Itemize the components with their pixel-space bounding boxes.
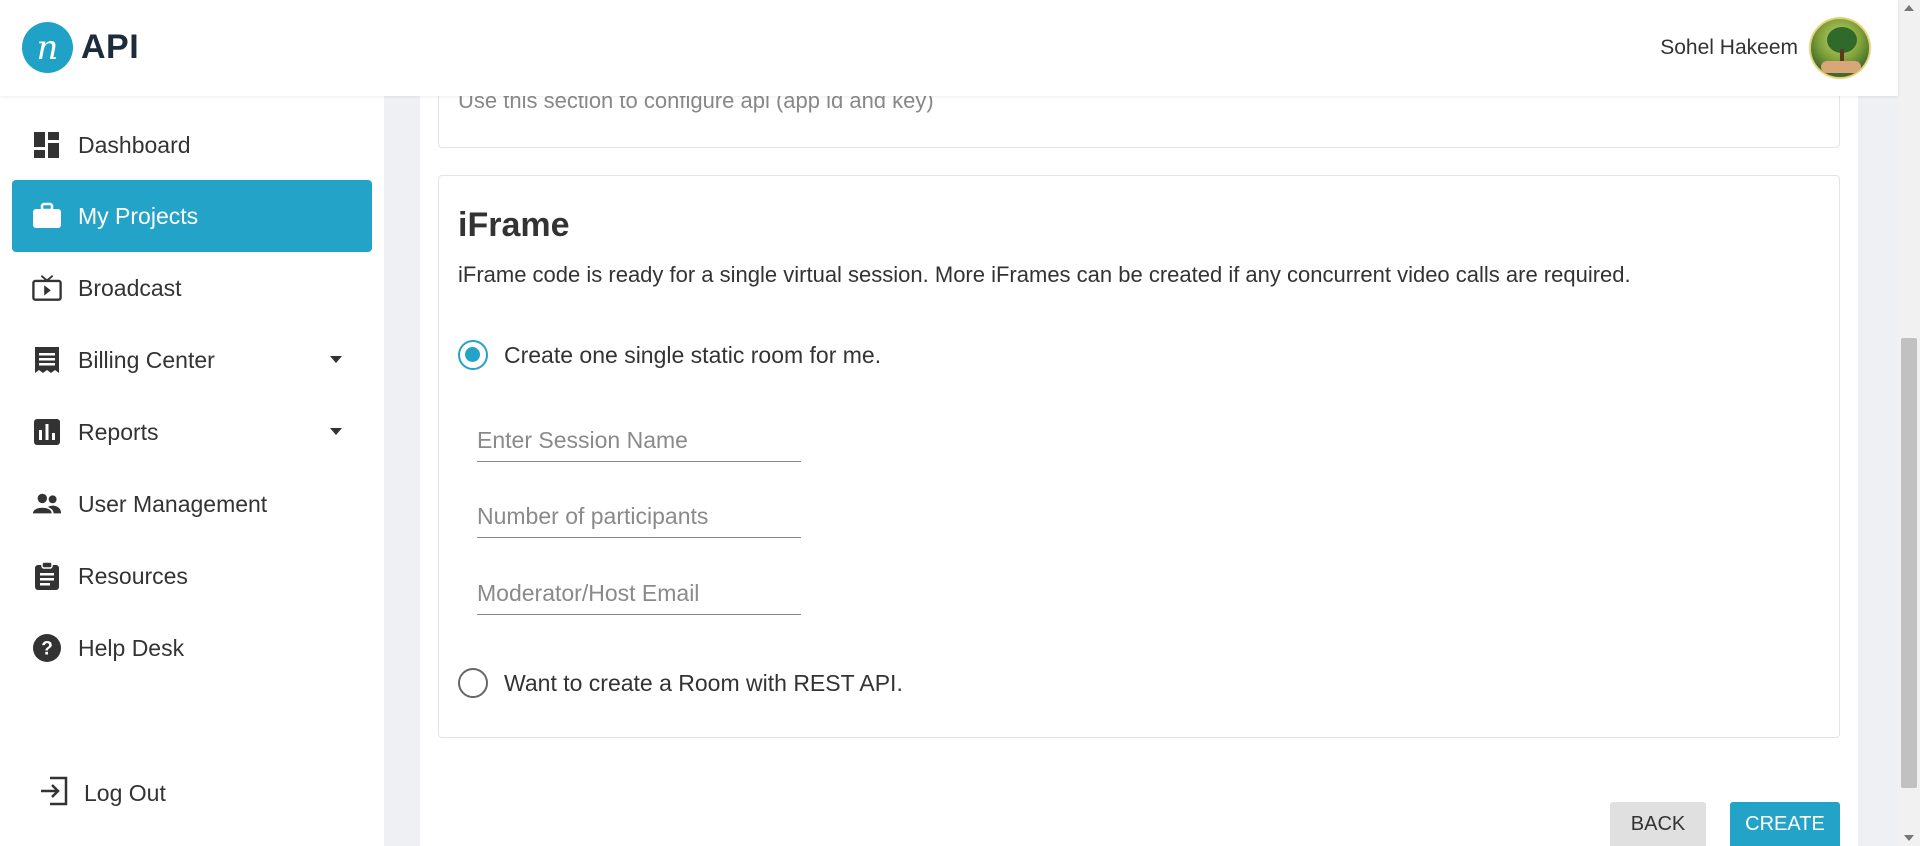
main-content: Use this section to configure api (app i… (420, 86, 1858, 846)
logout-icon (38, 776, 70, 811)
participants-input[interactable] (477, 496, 801, 538)
app-logo[interactable]: n API (22, 22, 139, 73)
logout-button[interactable]: Log Out (38, 776, 166, 811)
scrollbar-thumb[interactable] (1901, 338, 1917, 788)
receipt-icon (32, 345, 62, 375)
scroll-down-icon[interactable] (1904, 835, 1914, 841)
back-button[interactable]: BACK (1610, 802, 1706, 846)
radio-static-room[interactable] (458, 340, 488, 370)
user-menu[interactable]: Sohel Hakeem (1660, 17, 1871, 79)
sidebar-item-reports[interactable]: Reports (12, 396, 372, 468)
iframe-card: iFrame iFrame code is ready for a single… (438, 175, 1840, 738)
page-scrollbar[interactable] (1898, 0, 1920, 846)
option-static-room[interactable]: Create one single static room for me. (458, 340, 881, 370)
sidebar-item-label: Reports (78, 418, 159, 445)
sidebar-item-label: User Management (78, 490, 268, 517)
sidebar-item-billing-center[interactable]: Billing Center (12, 324, 372, 396)
sidebar-item-label: Resources (78, 562, 188, 589)
sidebar-item-broadcast[interactable]: Broadcast (12, 252, 372, 324)
moderator-email-input[interactable] (477, 573, 801, 615)
briefcase-icon (32, 201, 62, 231)
option-static-room-label[interactable]: Create one single static room for me. (504, 342, 881, 369)
logo-text: API (81, 28, 140, 66)
dashboard-icon (32, 130, 62, 160)
option-rest-api[interactable]: Want to create a Room with REST API. (458, 668, 903, 698)
sidebar-item-resources[interactable]: Resources (12, 540, 372, 612)
people-icon (32, 489, 62, 519)
tv-play-icon (32, 273, 62, 303)
sidebar-item-label: Help Desk (78, 634, 185, 661)
scroll-up-icon[interactable] (1904, 5, 1914, 11)
user-name[interactable]: Sohel Hakeem (1660, 36, 1798, 60)
sidebar-item-label: Dashboard (78, 131, 191, 158)
chevron-down-icon[interactable] (330, 428, 342, 435)
sidebar-item-help-desk[interactable]: ? Help Desk (12, 612, 372, 684)
sidebar-item-label: My Projects (78, 202, 199, 229)
sidebar-item-my-projects[interactable]: My Projects (12, 180, 372, 252)
option-rest-api-label[interactable]: Want to create a Room with REST API. (504, 670, 903, 697)
avatar[interactable] (1809, 17, 1871, 79)
logo-mark: n (22, 22, 73, 73)
help-circle-icon: ? (32, 633, 62, 663)
sidebar-item-dashboard[interactable]: Dashboard (12, 109, 372, 181)
session-name-input[interactable] (477, 420, 801, 462)
iframe-title: iFrame (458, 206, 570, 244)
iframe-description: iFrame code is ready for a single virtua… (458, 262, 1631, 287)
chevron-down-icon[interactable] (330, 356, 342, 363)
logout-label: Log Out (84, 780, 166, 806)
bar-chart-icon (32, 417, 62, 447)
clipboard-icon (32, 561, 62, 591)
sidebar-item-label: Billing Center (78, 346, 215, 373)
sidebar-item-user-management[interactable]: User Management (12, 468, 372, 540)
top-header: n API Sohel Hakeem (0, 0, 1898, 96)
sidebar: Dashboard My Projects Broadcast Billing … (0, 96, 384, 846)
create-button[interactable]: CREATE (1730, 802, 1840, 846)
radio-rest-api[interactable] (458, 668, 488, 698)
sidebar-item-label: Broadcast (78, 274, 182, 301)
svg-text:?: ? (41, 639, 53, 660)
